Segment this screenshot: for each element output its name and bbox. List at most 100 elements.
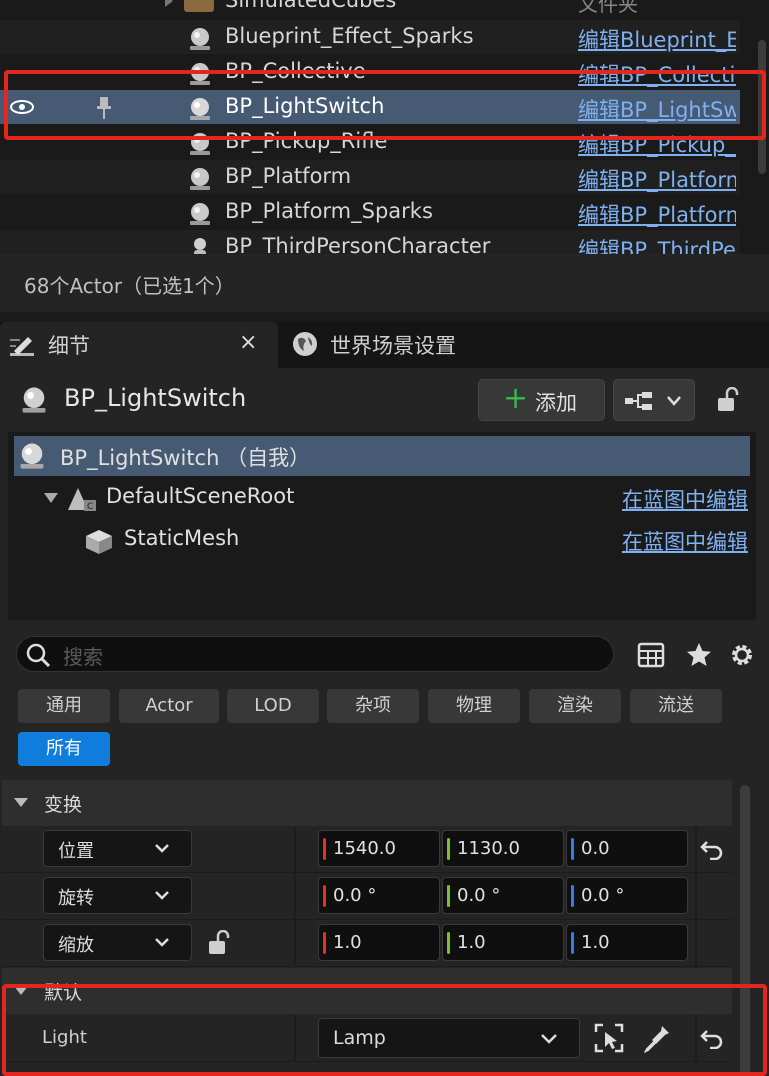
globe-icon	[293, 332, 317, 356]
outliner-row[interactable]: BP_Collective 编辑BP_Collective	[0, 55, 740, 89]
outliner-item-name: BP_LightSwitch	[225, 94, 385, 118]
component-row[interactable]: C DefaultSceneRoot 在蓝图中编辑	[14, 478, 750, 518]
component-row-self[interactable]: BP_LightSwitch （自我）	[14, 436, 750, 476]
outliner-row-selected[interactable]: BP_LightSwitch 编辑BP_LightSwitch	[0, 90, 740, 124]
edit-blueprint-link[interactable]: 编辑BP_Pickup_Rifle	[578, 129, 736, 159]
scale-mode-dropdown[interactable]: 缩放	[43, 924, 192, 961]
outliner-item-type: 文件夹	[578, 0, 638, 16]
default-section-header[interactable]: 默认	[2, 968, 732, 1014]
add-button-label: 添加	[535, 391, 577, 415]
edit-blueprint-link[interactable]: 编辑BP_Platform	[578, 164, 736, 194]
component-label: StaticMesh	[124, 526, 240, 550]
component-label: BP_LightSwitch （自我）	[60, 446, 311, 470]
column-divider	[695, 873, 697, 920]
star-icon[interactable]	[685, 641, 713, 669]
rotation-mode-dropdown[interactable]: 旋转	[43, 877, 192, 914]
close-tab-icon[interactable]: ×	[239, 330, 257, 355]
chevron-down-icon	[667, 396, 681, 406]
search-placeholder: 搜索	[63, 645, 103, 669]
reset-to-default-icon[interactable]	[700, 1027, 724, 1049]
scale-z-field[interactable]: 1.0	[566, 924, 688, 961]
column-divider	[294, 826, 296, 873]
rotation-x-field[interactable]: 0.0 °	[318, 877, 440, 914]
filter-all-button[interactable]: 所有	[18, 732, 110, 766]
filter-streaming-button[interactable]: 流送	[630, 689, 722, 723]
location-x-field[interactable]: 1540.0	[318, 830, 440, 867]
gear-icon[interactable]	[728, 641, 756, 669]
location-y-field[interactable]: 1130.0	[442, 830, 564, 867]
blueprint-actor-icon	[22, 387, 46, 413]
edit-blueprint-link[interactable]: 编辑BP_Collective	[578, 59, 736, 89]
blueprint-actor-icon	[190, 98, 210, 120]
z-axis-marker	[571, 885, 574, 907]
unlock-icon[interactable]	[716, 387, 740, 413]
rotation-y-field[interactable]: 0.0 °	[442, 877, 564, 914]
static-mesh-icon	[86, 530, 112, 554]
select-actor-icon[interactable]	[594, 1023, 624, 1053]
details-scrollbar[interactable]	[740, 785, 750, 1076]
scene-root-icon: C	[68, 488, 96, 512]
blueprint-actor-icon	[190, 63, 210, 85]
field-value: 0.0 °	[457, 885, 501, 906]
component-row[interactable]: StaticMesh 在蓝图中编辑	[14, 520, 750, 560]
z-axis-marker	[571, 932, 574, 954]
tab-world-settings[interactable]: 世界场景设置	[280, 322, 530, 368]
scale-row: 缩放 1.0 1.0 1.0	[2, 920, 732, 967]
edit-blueprint-link[interactable]: 编辑BP_Platform_Sparks	[578, 199, 736, 229]
chevron-down-icon	[155, 938, 169, 947]
filter-actor-button[interactable]: Actor	[119, 689, 219, 723]
filter-physics-button[interactable]: 物理	[428, 689, 520, 723]
outliner-row[interactable]: Blueprint_Effect_Sparks 编辑Blueprint_Effe…	[0, 20, 740, 54]
filter-misc-button[interactable]: 杂项	[327, 689, 419, 723]
column-divider	[695, 1015, 697, 1062]
edit-blueprint-link[interactable]: 编辑Blueprint_Effect_Sparks	[578, 24, 736, 54]
collapse-arrow-icon[interactable]	[44, 493, 58, 503]
blueprint-actor-icon	[190, 28, 210, 50]
outliner-item-name: BP_Pickup_Rifle	[225, 129, 388, 153]
outliner-scrollbar-thumb[interactable]	[758, 40, 766, 174]
edit-in-blueprint-link[interactable]: 在蓝图中编辑	[622, 526, 748, 556]
unlock-icon[interactable]	[206, 930, 232, 956]
location-row: 位置 1540.0 1130.0 0.0	[2, 826, 732, 873]
tab-details-label: 细节	[48, 334, 90, 358]
field-value: 0.0 °	[333, 885, 377, 906]
light-actor-dropdown[interactable]: Lamp	[318, 1018, 580, 1058]
reset-to-default-icon[interactable]	[700, 838, 724, 860]
scale-x-field[interactable]: 1.0	[318, 924, 440, 961]
chevron-down-icon	[541, 1034, 557, 1044]
eyedropper-icon[interactable]	[644, 1023, 672, 1053]
scale-y-field[interactable]: 1.0	[442, 924, 564, 961]
location-mode-dropdown[interactable]: 位置	[43, 830, 192, 867]
property-label: Light	[42, 1027, 87, 1048]
world-outliner: SimulatedCubes 文件夹 Blueprint_Effect_Spar…	[0, 0, 769, 262]
edit-blueprint-link[interactable]: 编辑BP_LightSwitch	[578, 94, 736, 124]
filter-rendering-button[interactable]: 渲染	[529, 689, 621, 723]
location-z-field[interactable]: 0.0	[566, 830, 688, 867]
x-axis-marker	[323, 932, 326, 954]
filter-general-button[interactable]: 通用	[18, 689, 110, 723]
column-divider	[695, 920, 697, 967]
edit-in-blueprint-link[interactable]: 在蓝图中编辑	[622, 484, 748, 514]
visibility-eye-icon[interactable]	[10, 100, 34, 114]
x-axis-marker	[323, 838, 326, 860]
transform-section-header[interactable]: 变换	[2, 780, 732, 826]
rotation-z-field[interactable]: 0.0 °	[566, 877, 688, 914]
outliner-row[interactable]: BP_Platform 编辑BP_Platform	[0, 160, 740, 194]
outliner-item-name: SimulatedCubes	[225, 0, 397, 12]
actor-count-label: 68个Actor（已选1个）	[24, 274, 235, 298]
field-value: 1130.0	[457, 838, 520, 859]
add-component-button[interactable]: + 添加	[478, 379, 605, 421]
tab-details[interactable]: 细节 ×	[0, 322, 278, 368]
field-value: 1.0	[457, 932, 486, 953]
outliner-row[interactable]: BP_Platform_Sparks 编辑BP_Platform_Sparks	[0, 195, 740, 229]
table-view-icon[interactable]	[637, 641, 665, 669]
outliner-row[interactable]: BP_Pickup_Rifle 编辑BP_Pickup_Rifle	[0, 125, 740, 159]
details-search-input[interactable]: 搜索	[16, 636, 614, 672]
section-label: 默认	[44, 982, 83, 1004]
filter-lod-button[interactable]: LOD	[227, 689, 319, 723]
field-value: 1540.0	[333, 838, 396, 859]
pin-icon[interactable]	[96, 95, 112, 121]
blueprint-options-button[interactable]	[613, 379, 695, 421]
collapse-arrow-icon	[14, 798, 28, 807]
expand-arrow-icon[interactable]	[165, 0, 173, 7]
